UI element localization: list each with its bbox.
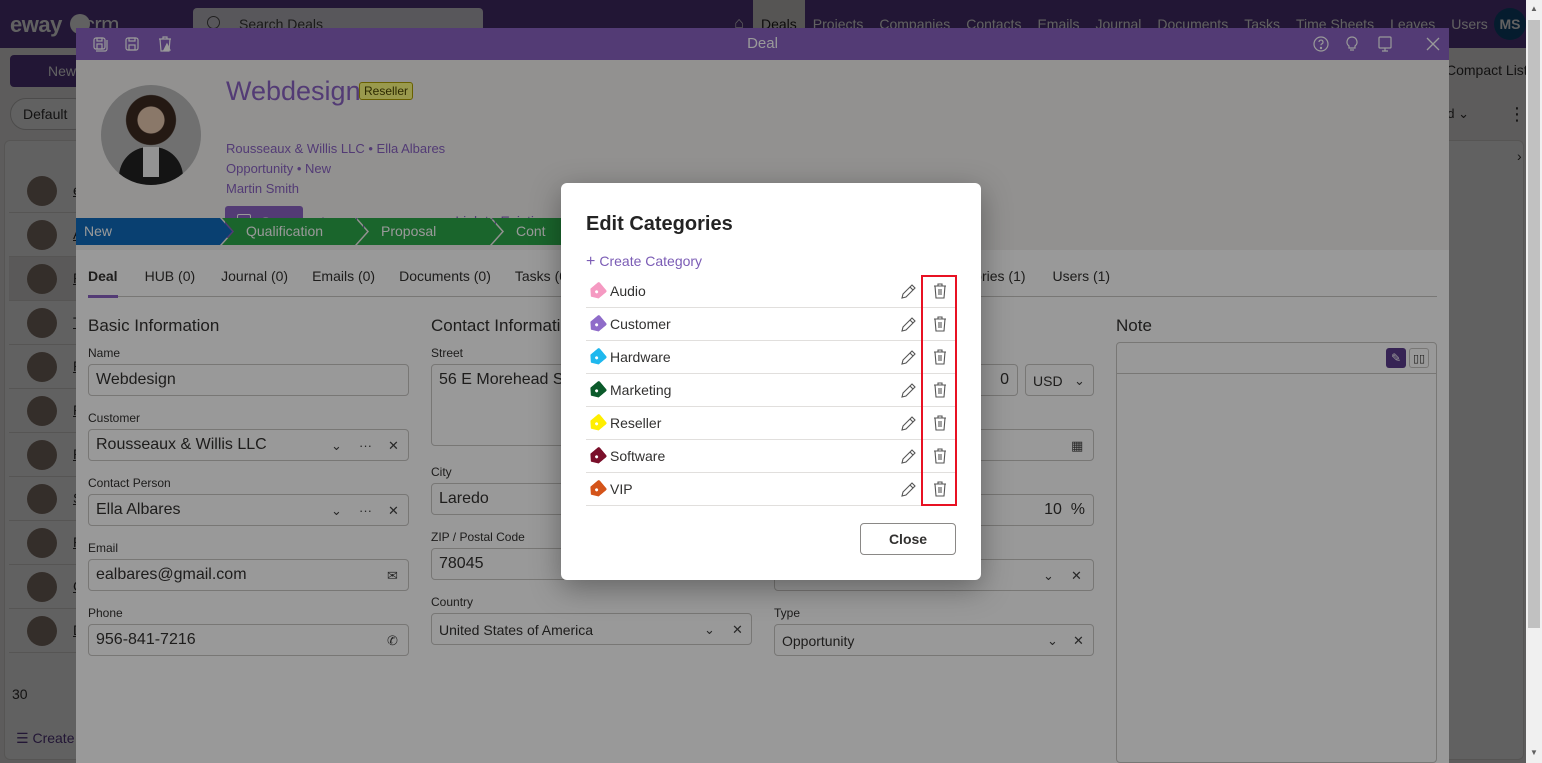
category-row: Customer <box>586 308 956 341</box>
tag-icon <box>587 380 608 400</box>
category-name: Reseller <box>610 415 662 431</box>
tag-icon <box>587 314 608 334</box>
create-category-button[interactable]: + Create Category <box>586 253 702 271</box>
edit-pencil-icon[interactable] <box>898 282 918 302</box>
tag-icon <box>587 281 608 301</box>
category-list: Audio Customer Hardware Marketing Reseller So… <box>586 275 956 506</box>
edit-pencil-icon[interactable] <box>898 447 918 467</box>
category-name: Audio <box>610 283 646 299</box>
plus-icon: + <box>586 253 596 270</box>
delete-column-highlight <box>921 275 957 506</box>
scroll-up-icon[interactable]: ▲ <box>1530 4 1538 13</box>
category-row: VIP <box>586 473 956 506</box>
category-name: Customer <box>610 316 671 332</box>
page-scrollbar[interactable]: ▲ ▼ <box>1526 0 1542 763</box>
category-row: Marketing <box>586 374 956 407</box>
edit-pencil-icon[interactable] <box>898 381 918 401</box>
category-name: Marketing <box>610 382 672 398</box>
edit-pencil-icon[interactable] <box>898 414 918 434</box>
tag-icon <box>587 413 608 433</box>
category-row: Audio <box>586 275 956 308</box>
tag-icon <box>587 446 608 466</box>
category-name: Software <box>610 448 666 464</box>
category-row: Reseller <box>586 407 956 440</box>
edit-pencil-icon[interactable] <box>898 315 918 335</box>
close-button[interactable]: Close <box>860 523 956 555</box>
tag-icon <box>587 479 608 499</box>
edit-categories-dialog: Edit Categories + Create Category Audio Cu… <box>561 183 981 580</box>
category-name: VIP <box>610 481 633 497</box>
scrollbar-thumb[interactable] <box>1528 20 1540 628</box>
edit-pencil-icon[interactable] <box>898 348 918 368</box>
edit-pencil-icon[interactable] <box>898 480 918 500</box>
category-name: Hardware <box>610 349 671 365</box>
dialog-title: Edit Categories <box>586 213 733 235</box>
tag-icon <box>587 347 608 367</box>
category-row: Software <box>586 440 956 473</box>
scroll-down-icon[interactable]: ▼ <box>1530 748 1538 757</box>
create-category-label: Create Category <box>599 253 703 269</box>
category-row: Hardware <box>586 341 956 374</box>
